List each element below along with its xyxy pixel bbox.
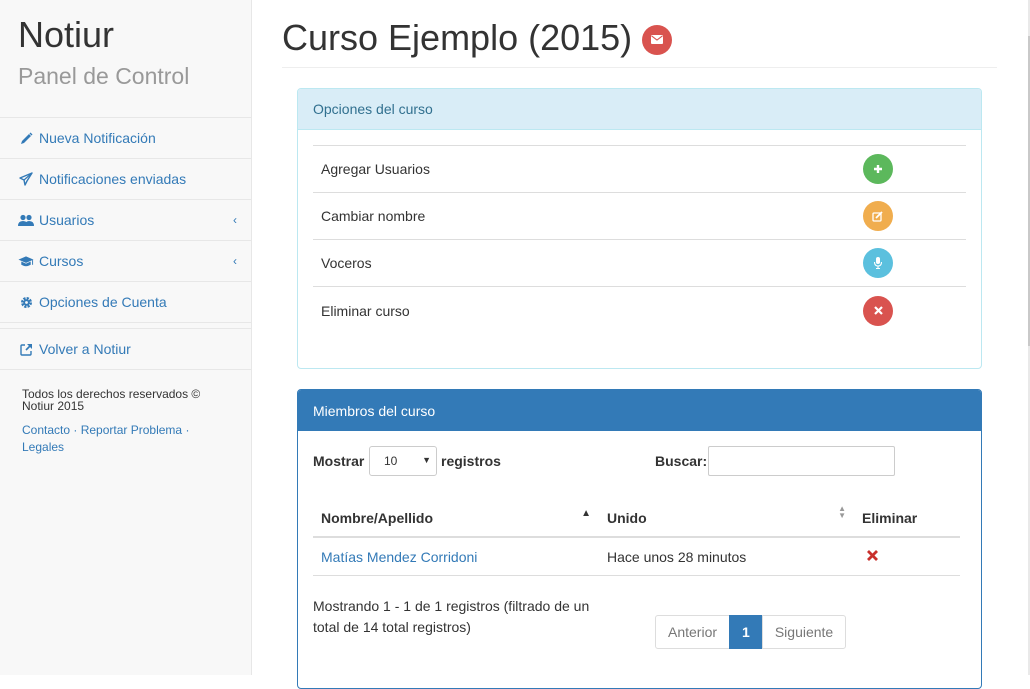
- option-row-cambiar-nombre: Cambiar nombre: [313, 193, 966, 240]
- page-header: Curso Ejemplo (2015): [282, 0, 997, 68]
- table-row: Matías Mendez Corridoni Hace unos 28 min…: [313, 538, 960, 576]
- page-length-select[interactable]: 10 ▼: [369, 446, 437, 476]
- sidebar-item-label: Notificaciones enviadas: [39, 171, 187, 187]
- option-row-eliminar-curso: Eliminar curso: [313, 287, 966, 334]
- pagination: Anterior 1 Siguiente: [655, 615, 847, 649]
- chevron-left-icon: ‹: [233, 254, 237, 268]
- brand: Notiur Panel de Control: [0, 0, 251, 118]
- option-label: Agregar Usuarios: [321, 161, 430, 177]
- option-label: Cambiar nombre: [321, 208, 426, 224]
- member-name-link[interactable]: Matías Mendez Corridoni: [321, 549, 477, 565]
- times-icon: [867, 549, 878, 561]
- option-label: Voceros: [321, 255, 372, 271]
- send-mail-button[interactable]: [642, 24, 673, 55]
- footer-links: Contacto · Reportar Problema · Legales: [0, 412, 251, 456]
- pencil-icon: [18, 131, 34, 145]
- column-header-name[interactable]: Nombre/Apellido ▲: [313, 508, 599, 526]
- previous-page-button[interactable]: Anterior: [655, 615, 731, 649]
- envelope-icon: [651, 35, 664, 44]
- sidebar-item-opciones-de-cuenta[interactable]: Opciones de Cuenta: [0, 282, 251, 323]
- gear-icon: [18, 295, 34, 309]
- external-link-icon: [18, 342, 34, 356]
- table-header: Nombre/Apellido ▲ Unido ▲ ▼ Eliminar: [313, 500, 960, 538]
- option-label: Eliminar curso: [321, 302, 410, 319]
- length-label: Mostrar: [313, 453, 365, 469]
- rename-button[interactable]: [863, 201, 893, 231]
- sidebar-item-usuarios[interactable]: Usuarios ‹: [0, 200, 251, 241]
- copyright-text: Todos los derechos reservados © Notiur 2…: [22, 387, 201, 413]
- sidebar-item-volver-a-notiur[interactable]: Volver a Notiur: [0, 329, 251, 370]
- members-table: Nombre/Apellido ▲ Unido ▲ ▼ Eliminar Matí…: [313, 500, 960, 576]
- column-header-label: Nombre/Apellido: [321, 510, 434, 526]
- separator: ·: [185, 423, 190, 437]
- member-joined: Hace unos 28 minutos: [607, 548, 747, 565]
- brand-subtitle: Panel de Control: [18, 63, 190, 89]
- users-icon: [18, 213, 34, 227]
- sidebar-item-cursos[interactable]: Cursos ‹: [0, 241, 251, 282]
- delete-course-button[interactable]: [863, 295, 893, 326]
- search-input[interactable]: [708, 446, 895, 476]
- sidebar-item-notificaciones-enviadas[interactable]: Notificaciones enviadas: [0, 159, 251, 200]
- separator: ·: [73, 423, 78, 437]
- column-header-delete: Eliminar: [854, 510, 960, 526]
- brand-title[interactable]: Notiur: [18, 14, 233, 56]
- course-members-panel: Miembros del curso Mostrar 10 ▼ registro…: [297, 389, 982, 689]
- table-controls: Mostrar 10 ▼ registros Buscar:: [298, 431, 981, 491]
- search-label: Buscar:: [655, 453, 708, 469]
- sidebar-item-label: Nueva Notificación: [39, 130, 156, 146]
- length-suffix: registros: [441, 453, 501, 469]
- option-row-voceros: Voceros: [313, 240, 966, 287]
- contact-link[interactable]: Contacto: [22, 423, 70, 437]
- graduation-cap-icon: [18, 254, 34, 268]
- course-members-heading: Miembros del curso: [298, 390, 981, 431]
- table-info: Mostrando 1 - 1 de 1 registros (filtrado…: [313, 598, 590, 635]
- course-options-panel: Opciones del curso Agregar Usuarios Camb…: [297, 88, 982, 369]
- paper-plane-icon: [18, 172, 34, 186]
- column-header-joined[interactable]: Unido ▲ ▼: [599, 505, 854, 527]
- sort-both-icon: ▲ ▼: [838, 504, 846, 520]
- sidebar-item-nueva-notificacion[interactable]: Nueva Notificación: [0, 118, 251, 159]
- times-icon: [873, 306, 883, 315]
- page-1-button[interactable]: 1: [729, 615, 763, 649]
- spokespersons-button[interactable]: [863, 248, 893, 278]
- option-row-agregar-usuarios: Agregar Usuarios: [313, 146, 966, 193]
- report-problem-link[interactable]: Reportar Problema: [81, 423, 182, 437]
- sidebar-item-label: Opciones de Cuenta: [39, 294, 167, 310]
- chevron-left-icon: ‹: [233, 213, 237, 227]
- sidebar-item-label: Volver a Notiur: [39, 341, 131, 357]
- sort-asc-icon: ▲: [581, 508, 591, 519]
- course-options-heading: Opciones del curso: [298, 89, 981, 130]
- main-content: Curso Ejemplo (2015) Opciones del curso …: [282, 0, 997, 689]
- microphone-icon: [873, 257, 883, 269]
- caret-down-icon: ▼: [422, 455, 431, 465]
- next-page-button[interactable]: Siguiente: [761, 615, 847, 649]
- sidebar-item-label: Usuarios: [39, 212, 95, 228]
- edit-icon: [872, 210, 883, 222]
- plus-icon: [874, 165, 882, 173]
- page-length-value: 10: [384, 454, 398, 468]
- course-options-list: Agregar Usuarios Cambiar nombre Voceros …: [313, 145, 966, 334]
- sidebar: Notiur Panel de Control Nueva Notificaci…: [0, 0, 252, 675]
- sidebar-item-label: Cursos: [39, 253, 84, 269]
- column-header-label: Unido: [607, 510, 647, 526]
- add-users-button[interactable]: [863, 154, 893, 184]
- remove-member-button[interactable]: [866, 549, 879, 565]
- legal-link[interactable]: Legales: [22, 440, 64, 454]
- column-header-label: Eliminar: [862, 510, 918, 526]
- page-title: Curso Ejemplo (2015): [282, 16, 633, 58]
